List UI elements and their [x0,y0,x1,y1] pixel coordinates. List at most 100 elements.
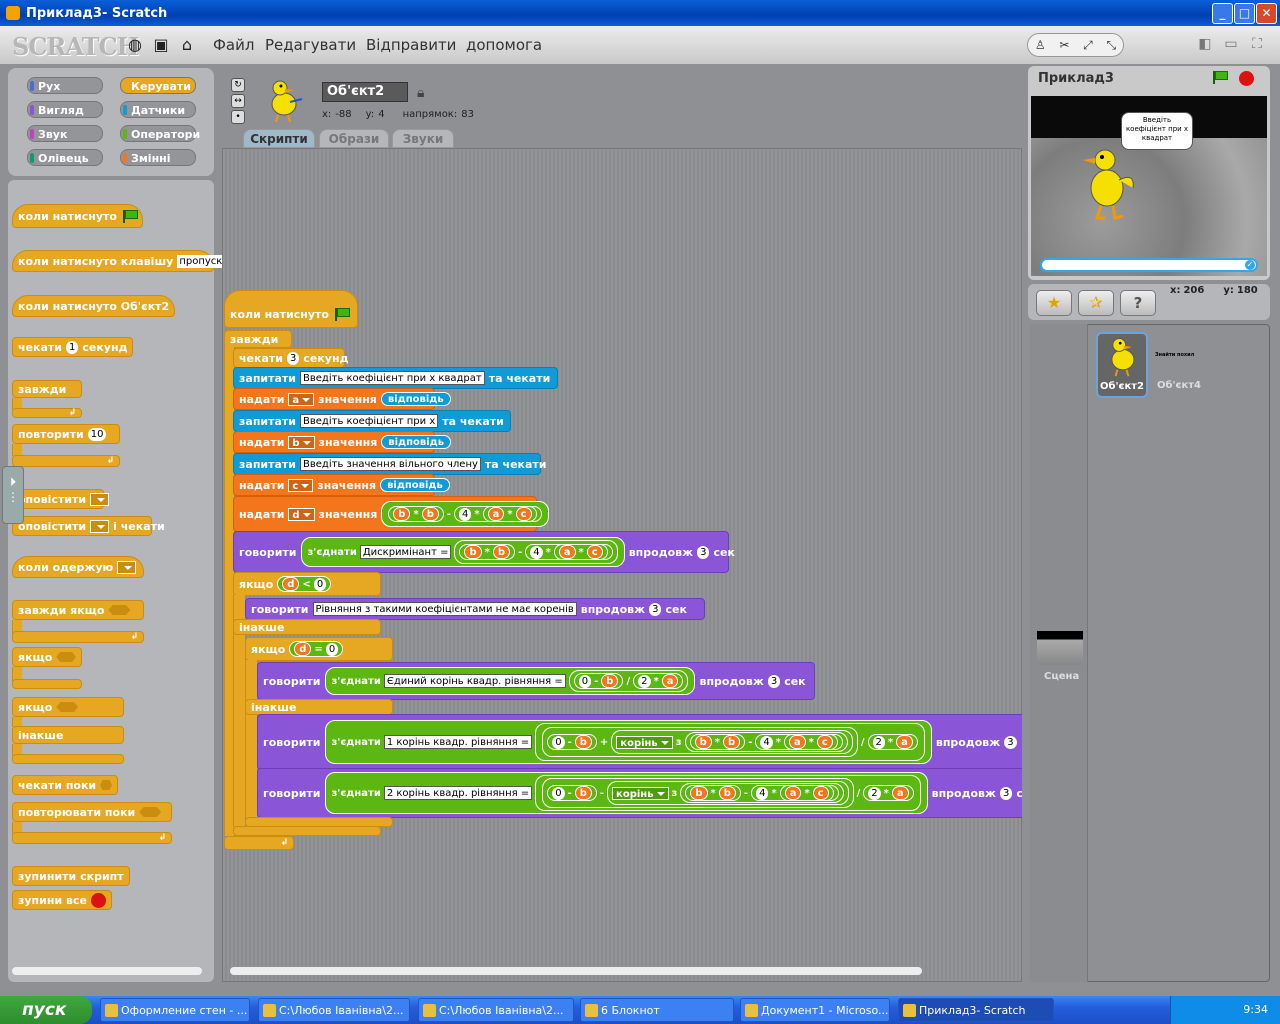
var-c-reporter[interactable]: c [586,545,603,559]
set-b-block[interactable]: надати b значення відповідь [233,431,452,453]
minus-operator[interactable]: 0-b [547,785,597,801]
ask-answer-field[interactable]: ✓ [1040,258,1258,272]
message-dropdown[interactable] [90,519,110,533]
palette-if[interactable]: якщо [12,647,82,667]
multiply-operator[interactable]: a * c [783,734,838,750]
var-a-reporter[interactable]: a [784,786,802,800]
palette-repeat[interactable]: повторити 10 [12,424,120,444]
lock-icon[interactable]: 🔒︎ [417,85,424,101]
palette-forever[interactable]: завжди [12,380,82,398]
hat-when-flag[interactable]: коли натиснуто [224,290,358,328]
palette-when-key[interactable]: коли натиснуто клавішу пропуск [12,250,235,272]
small-stage-icon[interactable]: ◧ [1194,36,1216,52]
task-folder-2[interactable]: C:\Любов Іванівна\2... [418,998,574,1022]
question-input[interactable]: Введіть значення вільного члену [300,457,481,471]
menu-edit[interactable]: Редагувати [265,36,356,54]
say-root2-block[interactable]: говорити з'єднати 2 корінь квадр. рівнянн… [257,768,1022,818]
text-input[interactable]: 1 корінь квадр. рівняння = [383,735,533,749]
wait-block[interactable]: чекати 3 секунд [233,348,348,368]
minus-operator[interactable]: b * b - 4 * a * c [680,783,844,803]
number-input[interactable]: 0 [578,674,592,688]
menu-help[interactable]: допомога [466,36,542,54]
ask-block-1[interactable]: запитати Введіть коефіцієнт при х квадрат… [233,367,558,389]
number-input[interactable]: 2 [872,735,885,749]
if-else-block-2[interactable]: якщо d = 0 [245,637,393,661]
number-input[interactable]: 4 [760,735,773,749]
menu-file[interactable]: Файл [213,36,254,54]
question-input[interactable]: Введіть коефіцієнт при х [300,414,439,428]
palette-repeat-until[interactable]: повторювати поки [12,802,172,822]
condition-slot[interactable] [139,807,162,817]
sqrt-operator[interactable]: корінь з b * b - 4 * a * c [607,781,849,805]
message-dropdown[interactable] [117,560,137,574]
var-b-reporter[interactable]: b [574,735,592,749]
wait-input[interactable]: 3 [286,351,300,365]
variable-dropdown[interactable]: b [288,435,315,449]
condition-slot[interactable] [100,780,112,790]
ask-block-2[interactable]: запитати Введіть коефіцієнт при х та чекат… [233,410,511,432]
category-sound[interactable]: Звук [27,125,103,142]
palette-wait-until[interactable]: чекати поки [12,775,118,795]
save-icon[interactable]: ▣ [152,36,170,54]
sqrt-operator[interactable]: корінь з b * b - 4 * a * c [611,730,853,754]
var-a-reporter[interactable]: a [896,735,913,749]
var-b-reporter[interactable]: b [464,545,482,559]
shrink-icon[interactable]: ⤡ [1107,38,1117,53]
paint-new-sprite-icon[interactable]: ★ [1036,290,1072,316]
var-b-reporter[interactable]: b [601,674,619,688]
minus-operator[interactable]: b * b - 4 * a * c [684,732,848,752]
var-c-reporter[interactable]: c [816,735,833,749]
sprite-name-field[interactable]: Об'єкт2 [322,82,408,102]
choose-sprite-file-icon[interactable]: ✰ [1078,290,1114,316]
variable-dropdown[interactable]: c [288,478,314,492]
multiply-operator[interactable]: b * b [685,785,741,801]
stage-canvas[interactable]: Введіть коефіцієнт при х квадрат ✓ [1031,96,1267,276]
palette-stop-script[interactable]: зупинити скрипт [12,866,130,886]
multiply-operator[interactable]: b * b [689,734,746,750]
answer-reporter[interactable]: відповідь [381,435,452,449]
seconds-input[interactable]: 3 [999,786,1013,800]
divide-operator[interactable]: 0-b + корінь з b * b - 4 * a * c / 2 * a [535,723,925,761]
check-icon[interactable]: ✓ [1245,260,1255,270]
category-looks[interactable]: Вигляд [27,101,103,118]
green-flag-button[interactable] [1211,70,1231,91]
equals-operator[interactable]: d = 0 [289,641,344,657]
divide-operator[interactable]: 0-b - корінь з b * b - 4 * a * c / 2 * a [535,775,921,811]
task-chrome[interactable]: Оформление стен - ... [100,998,250,1022]
say-root1-block[interactable]: говорити з'єднати 1 корінь квадр. рівнянн… [257,714,1022,770]
palette-wait[interactable]: чекати 1 секунд [12,337,134,357]
palette-if-else[interactable]: якщо [12,697,124,717]
number-input[interactable]: 2 [868,786,881,800]
var-c-reporter[interactable]: c [812,786,829,800]
var-b-reporter[interactable]: b [574,786,592,800]
normal-stage-icon[interactable]: ▭ [1220,36,1242,52]
var-b-reporter[interactable]: b [722,735,741,749]
repeat-input[interactable]: 10 [87,427,107,441]
palette-broadcast[interactable]: оповістити [12,489,110,509]
if-else-block-1[interactable]: якщо d <0 [233,572,381,596]
palette-when-receive[interactable]: коли одержую [12,556,144,578]
multiply-operator[interactable]: b * b [459,544,516,560]
text-input[interactable]: Рівняння з такими коефіцієнтами не має к… [312,602,577,616]
close-button[interactable]: ✕ [1256,3,1277,24]
var-a-reporter[interactable]: a [487,507,505,521]
multiply-operator[interactable]: 2 * a [867,734,918,750]
number-input[interactable]: 0 [552,786,565,800]
var-a-reporter[interactable]: a [788,735,806,749]
number-input[interactable]: 0 [313,577,327,591]
globe-icon[interactable]: ◍ [126,36,144,54]
delete-icon[interactable]: ✂ [1059,38,1069,52]
minus-operator[interactable]: 0-b - корінь з b * b - 4 * a * c [542,778,854,808]
duplicate-icon[interactable]: ♙ [1035,38,1046,52]
var-a-reporter[interactable]: a [558,545,576,559]
tab-scripts[interactable]: Скрипти [243,129,315,148]
minus-operator[interactable]: 0-b [573,673,624,689]
number-input[interactable]: 4 [459,507,472,521]
palette-when-sprite-clicked[interactable]: коли натиснуто Об'єкт2 [12,295,176,317]
seconds-input[interactable]: 3 [697,545,710,559]
join-operator[interactable]: з'єднати 2 корінь квадр. рівняння = 0-b -… [324,772,928,814]
answer-reporter[interactable]: відповідь [380,392,451,406]
function-dropdown[interactable]: корінь [612,786,669,800]
wait-input[interactable]: 1 [65,340,79,354]
var-b-reporter[interactable]: b [393,507,411,521]
